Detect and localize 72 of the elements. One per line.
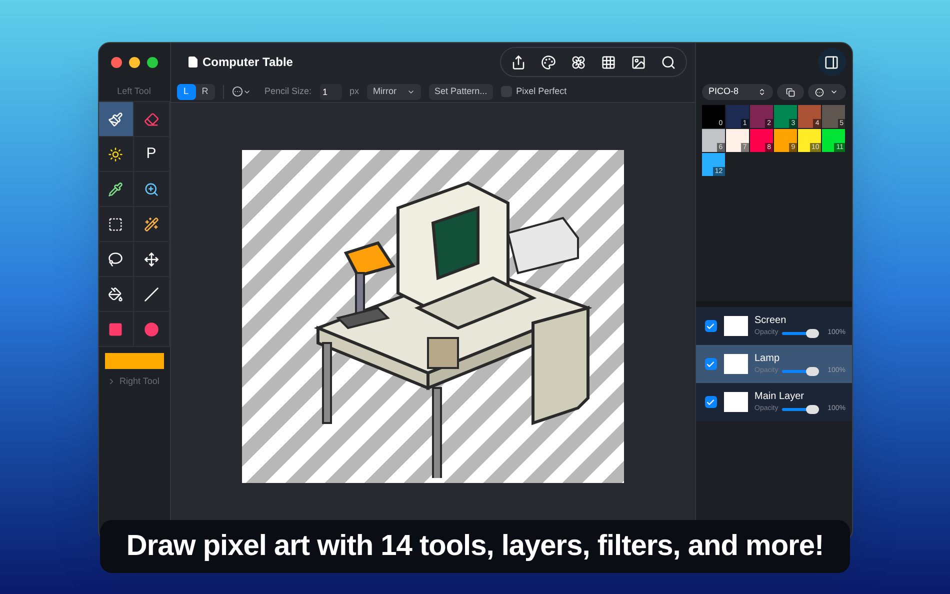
more-dropdown[interactable] [808, 84, 846, 100]
document-icon [186, 56, 198, 68]
tool-button[interactable] [98, 172, 134, 207]
eraser-icon [144, 112, 159, 126]
brush-shape-icon[interactable] [232, 86, 242, 97]
image-icon[interactable] [630, 54, 646, 70]
layer-thumbnail [724, 316, 748, 336]
brush-icon [108, 112, 124, 126]
pencil-size-field[interactable]: 1 [320, 84, 342, 100]
line-icon [144, 286, 159, 302]
copy-icon [786, 88, 795, 96]
tool-button[interactable] [134, 172, 170, 207]
search-icon[interactable] [660, 54, 676, 70]
layer-name: Lamp [754, 352, 781, 366]
sidebar-icon [824, 54, 839, 70]
side-toggle[interactable]: R [196, 84, 214, 100]
more-icon [815, 88, 824, 96]
duplicate-button[interactable] [777, 84, 804, 100]
eyedropper-icon [108, 182, 124, 196]
left-tool-label: Left Tool [116, 85, 152, 98]
tool-button[interactable] [134, 207, 170, 242]
layer-name: Screen [754, 314, 788, 328]
tool-button[interactable]: P [134, 137, 170, 172]
pixel-perfect-label: Pixel Perfect [516, 84, 567, 98]
tool-button[interactable] [98, 102, 134, 137]
caption-text: Draw pixel art with 14 tools, layers, filters, and more! [126, 528, 824, 564]
updown-icon [758, 88, 766, 96]
tool-button[interactable] [98, 277, 134, 312]
selection-icon [108, 216, 124, 232]
share-icon[interactable] [510, 54, 526, 70]
tool-button[interactable] [98, 137, 134, 172]
layer-visibility-checkbox[interactable] [704, 396, 716, 408]
layer-visibility-checkbox[interactable] [704, 358, 716, 370]
lasso-icon [108, 252, 124, 266]
layer-name: Main Layer [754, 390, 805, 404]
pencil-size-label: Pencil Size: [264, 84, 312, 98]
move-icon [144, 252, 159, 266]
rectangle-icon [108, 322, 124, 336]
tool-button[interactable] [98, 207, 134, 242]
side-toggle[interactable]: L [176, 84, 196, 100]
palette-dropdown[interactable]: PICO-8 [702, 84, 774, 100]
slider-thumb[interactable] [806, 405, 820, 414]
set-pattern-button[interactable]: Set Pattern... [428, 84, 494, 100]
current-color-swatch[interactable] [104, 353, 164, 369]
slider-thumb[interactable] [806, 367, 820, 376]
layer-thumbnail [724, 392, 748, 412]
opacity-slider[interactable] [782, 367, 820, 376]
layer-visibility-checkbox[interactable] [704, 320, 716, 332]
palette-icon[interactable] [540, 54, 556, 70]
magic-wand-icon [144, 216, 159, 232]
mirror-dropdown[interactable]: Mirror [367, 84, 421, 100]
paint-bucket-icon [108, 286, 124, 302]
tool-button[interactable] [134, 242, 170, 277]
sun-icon [108, 146, 124, 162]
unit-label: px [350, 84, 360, 98]
flower-icon[interactable] [570, 54, 586, 70]
window-title: Computer Table [202, 54, 293, 71]
chevron-down-icon [830, 88, 838, 96]
opacity-slider[interactable] [782, 405, 820, 414]
opacity-slider[interactable] [782, 329, 820, 338]
slider-thumb[interactable] [806, 329, 820, 338]
grid-icon[interactable] [600, 54, 616, 70]
layer-thumbnail [724, 354, 748, 374]
zoom-icon [144, 182, 159, 196]
pixel-perfect-checkbox[interactable] [501, 86, 512, 97]
tool-button[interactable] [98, 242, 134, 277]
close-button[interactable] [110, 56, 122, 68]
zoom-button[interactable] [146, 56, 158, 68]
pixel-canvas[interactable] [242, 150, 624, 483]
minimize-button[interactable] [128, 56, 140, 68]
circle-icon [144, 322, 159, 336]
sidebar-toggle-button[interactable] [818, 48, 846, 76]
